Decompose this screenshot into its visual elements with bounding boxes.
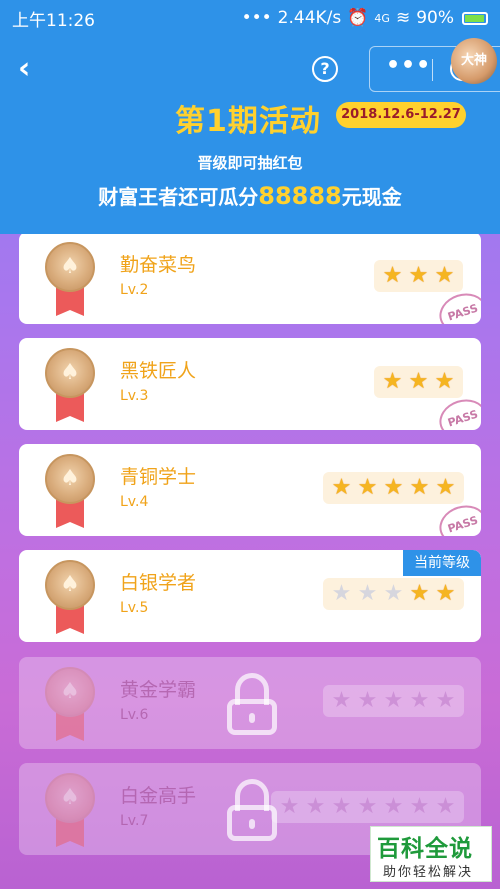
level-card[interactable]: 青铜学士Lv.4★★★★★PASS bbox=[19, 444, 481, 536]
capsule-divider bbox=[432, 59, 433, 81]
star-empty-icon: ★ bbox=[357, 794, 378, 819]
watermark-subtitle: 助你轻松解决 bbox=[383, 865, 474, 880]
star-rating: ★ ★ ★ bbox=[374, 260, 463, 292]
star-filled-icon: ★ bbox=[382, 263, 403, 288]
star-empty-icon: ★ bbox=[383, 581, 404, 606]
pass-stamp: PASS bbox=[434, 287, 481, 324]
star-filled-icon: ★ bbox=[357, 475, 378, 500]
star-filled-icon: ★ bbox=[408, 263, 429, 288]
more-dots-icon: ••• bbox=[241, 8, 272, 28]
medal-icon bbox=[45, 560, 95, 638]
current-level-badge: 当前等级 bbox=[403, 550, 481, 576]
medal-icon bbox=[45, 454, 95, 532]
pass-stamp: PASS bbox=[434, 393, 481, 430]
star-filled-icon: ★ bbox=[409, 581, 430, 606]
level-card[interactable]: 白银学者Lv.5★★★★★当前等级 bbox=[19, 550, 481, 642]
level-card[interactable]: 黄金学霸Lv.6★★★★★ bbox=[19, 657, 481, 749]
star-filled-icon: ★ bbox=[383, 475, 404, 500]
star-rating: ★ ★ ★ ★ ★ ★ ★ bbox=[271, 791, 464, 823]
status-bar: 上午11:26 ••• 2.44K/s ⏰ 4G ≋ 90% bbox=[0, 0, 500, 36]
star-filled-icon: ★ bbox=[382, 369, 403, 394]
level-number: Lv.3 bbox=[120, 388, 149, 404]
medal-icon bbox=[45, 773, 95, 851]
page-title: 第1期活动 bbox=[175, 104, 321, 139]
more-menu-button[interactable]: ••• bbox=[386, 53, 431, 78]
level-name: 白银学者 bbox=[120, 572, 197, 594]
level-number: Lv.4 bbox=[120, 494, 149, 510]
date-badge: 2018.12.6-12.27 bbox=[336, 102, 466, 128]
star-empty-icon: ★ bbox=[409, 794, 430, 819]
star-filled-icon: ★ bbox=[408, 369, 429, 394]
signal-icon: 4G bbox=[374, 11, 390, 25]
medal-icon bbox=[45, 667, 95, 745]
level-name: 黄金学霸 bbox=[120, 679, 197, 701]
medal-icon bbox=[45, 242, 95, 320]
star-empty-icon: ★ bbox=[357, 581, 378, 606]
star-empty-icon: ★ bbox=[383, 688, 404, 713]
alarm-icon: ⏰ bbox=[347, 8, 369, 28]
star-empty-icon: ★ bbox=[409, 688, 430, 713]
prize-amount: 88888 bbox=[258, 182, 342, 210]
level-number: Lv.6 bbox=[120, 707, 149, 723]
star-filled-icon: ★ bbox=[434, 263, 455, 288]
level-number: Lv.2 bbox=[120, 282, 149, 298]
star-empty-icon: ★ bbox=[331, 794, 352, 819]
star-filled-icon: ★ bbox=[409, 475, 430, 500]
star-filled-icon: ★ bbox=[434, 369, 455, 394]
activity-header: ‹ ? ••• 大神 第1期活动 2018.12.6-12.27 晋级即可抽红包… bbox=[0, 36, 500, 234]
star-rating: ★ ★ ★ ★ ★ bbox=[323, 472, 464, 504]
watermark-logo: 百科全说 助你轻松解决 bbox=[370, 826, 492, 882]
status-indicators: ••• 2.44K/s ⏰ 4G ≋ 90% bbox=[242, 8, 488, 28]
star-empty-icon: ★ bbox=[383, 794, 404, 819]
prize-line: 财富王者还可瓜分88888元现金 bbox=[0, 181, 500, 210]
battery-icon bbox=[462, 11, 488, 25]
level-name: 黑铁匠人 bbox=[120, 360, 197, 382]
star-empty-icon: ★ bbox=[279, 794, 300, 819]
prize-suffix: 元现金 bbox=[341, 185, 402, 209]
lock-icon bbox=[225, 673, 279, 735]
star-empty-icon: ★ bbox=[331, 581, 352, 606]
star-empty-icon: ★ bbox=[331, 688, 352, 713]
status-time: 上午11:26 bbox=[12, 10, 95, 31]
level-number: Lv.7 bbox=[120, 813, 149, 829]
wifi-icon: ≋ bbox=[395, 8, 411, 28]
network-speed: 2.44K/s bbox=[277, 8, 342, 28]
star-rating: ★ ★ ★ bbox=[374, 366, 463, 398]
star-empty-icon: ★ bbox=[357, 688, 378, 713]
help-button[interactable]: ? bbox=[312, 56, 338, 82]
level-name: 勤奋菜鸟 bbox=[120, 254, 197, 276]
avatar[interactable]: 大神 bbox=[451, 38, 497, 84]
prize-prefix: 财富王者还可瓜分 bbox=[98, 185, 259, 209]
level-list: 勤奋菜鸟Lv.2★★★PASS黑铁匠人Lv.3★★★PASS青铜学士Lv.4★★… bbox=[0, 234, 500, 889]
star-rating: ★ ★ ★ ★ ★ bbox=[323, 685, 464, 717]
level-name: 白金高手 bbox=[120, 785, 197, 807]
star-empty-icon: ★ bbox=[305, 794, 326, 819]
level-number: Lv.5 bbox=[120, 600, 149, 616]
star-empty-icon: ★ bbox=[435, 688, 456, 713]
star-empty-icon: ★ bbox=[435, 794, 456, 819]
back-button[interactable]: ‹ bbox=[18, 54, 44, 84]
title-row: 第1期活动 2018.12.6-12.27 bbox=[0, 96, 500, 144]
watermark-title: 百科全说 bbox=[377, 836, 473, 862]
level-card[interactable]: 黑铁匠人Lv.3★★★PASS bbox=[19, 338, 481, 430]
star-rating: ★ ★ ★ ★ ★ bbox=[323, 578, 464, 610]
subtitle: 晋级即可抽红包 bbox=[197, 154, 303, 172]
level-name: 青铜学士 bbox=[120, 466, 197, 488]
star-filled-icon: ★ bbox=[435, 581, 456, 606]
medal-icon bbox=[45, 348, 95, 426]
star-filled-icon: ★ bbox=[331, 475, 352, 500]
star-filled-icon: ★ bbox=[435, 475, 456, 500]
level-card[interactable]: 勤奋菜鸟Lv.2★★★PASS bbox=[19, 234, 481, 324]
pass-stamp: PASS bbox=[434, 499, 481, 536]
battery-percent: 90% bbox=[416, 8, 454, 28]
chevron-left-icon: ‹ bbox=[18, 51, 31, 86]
